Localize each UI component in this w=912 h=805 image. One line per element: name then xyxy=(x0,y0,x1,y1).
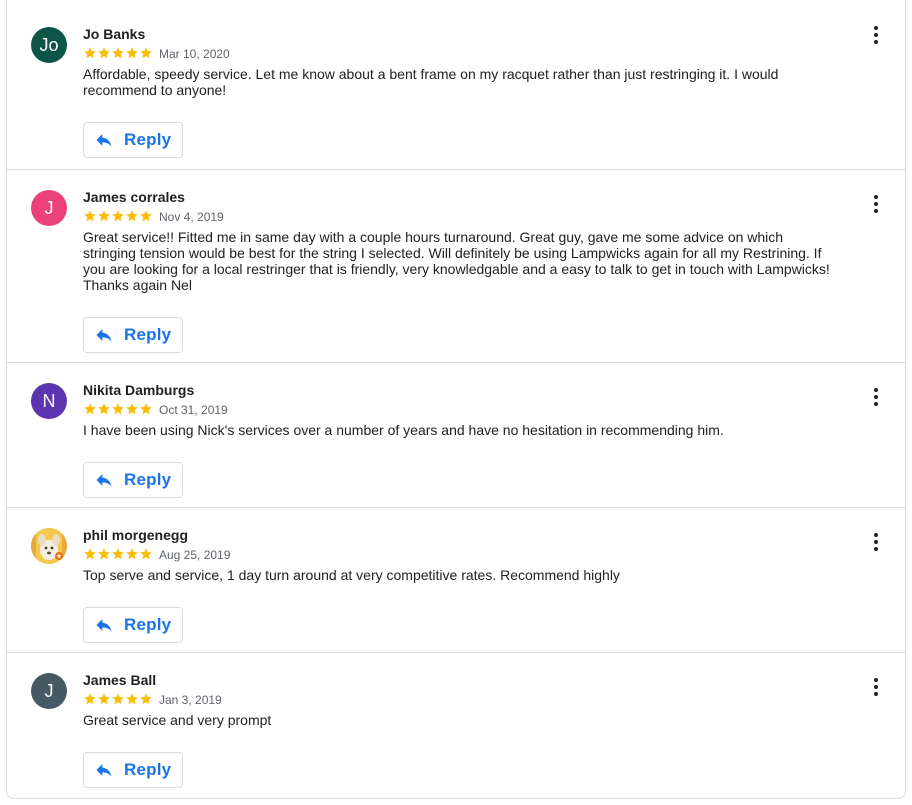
more-vert-icon xyxy=(874,533,878,537)
review-text: Affordable, speedy service. Let me know … xyxy=(83,66,779,98)
star-icon xyxy=(98,548,110,560)
more-options-button[interactable] xyxy=(867,385,885,409)
reply-label: Reply xyxy=(124,325,172,344)
rating-row: Mar 10, 2020 xyxy=(83,43,833,63)
avatar-initials: J xyxy=(44,680,54,701)
avatar[interactable]: Jo xyxy=(31,27,67,63)
star-icon xyxy=(112,548,124,560)
more-options-button[interactable] xyxy=(867,192,885,216)
more-vert-icon xyxy=(874,26,878,30)
review-item: J James corrales Nov 4, 2019 Great servi… xyxy=(7,170,905,363)
reply-button[interactable]: Reply xyxy=(83,607,183,643)
review-text: Great service!! Fitted me in same day wi… xyxy=(83,229,830,293)
star-icon xyxy=(98,403,110,415)
review-item: N Nikita Damburgs Oct 31, 2019 I have be… xyxy=(7,363,905,508)
review-content: James Ball Jan 3, 2019 Great service and… xyxy=(83,671,833,788)
review-item: J James Ball Jan 3, 2019 Great service a… xyxy=(7,653,905,798)
reply-button[interactable]: Reply xyxy=(83,752,183,788)
review-date: Jan 3, 2019 xyxy=(159,693,222,707)
avatar-initials: Jo xyxy=(39,34,59,55)
star-icon xyxy=(98,47,110,59)
star-icon xyxy=(126,548,138,560)
star-rating xyxy=(83,692,153,706)
star-icon xyxy=(112,47,124,59)
more-options-button[interactable] xyxy=(867,675,885,699)
star-icon xyxy=(140,693,152,705)
star-icon xyxy=(140,548,152,560)
review-date: Aug 25, 2019 xyxy=(159,548,231,562)
reply-icon xyxy=(96,474,112,487)
star-icon xyxy=(84,693,96,705)
more-options-button[interactable] xyxy=(867,23,885,47)
star-icon xyxy=(98,693,110,705)
star-icon xyxy=(84,548,96,560)
review-content: Jo Banks Mar 10, 2020 Affordable, speedy… xyxy=(83,25,833,158)
avatar[interactable]: N xyxy=(31,383,67,419)
review-text: Top serve and service, 1 day turn around… xyxy=(83,567,620,583)
avatar[interactable]: J xyxy=(31,190,67,226)
reply-label: Reply xyxy=(124,760,172,779)
reply-button[interactable]: Reply xyxy=(83,462,183,498)
review-item: phil morgenegg Aug 25, 2019 Top serve an… xyxy=(7,508,905,653)
dog-photo-icon xyxy=(31,528,67,564)
star-icon xyxy=(84,47,96,59)
star-icon xyxy=(112,693,124,705)
rating-row: Aug 25, 2019 xyxy=(83,544,833,564)
review-list: Jo Jo Banks Mar 10, 2020 Affordable, spe… xyxy=(6,0,906,799)
star-icon xyxy=(84,210,96,222)
star-rating xyxy=(83,402,153,416)
star-icon xyxy=(140,47,152,59)
reviewer-name[interactable]: James Ball xyxy=(83,671,833,689)
reply-label: Reply xyxy=(124,130,172,149)
reply-icon xyxy=(96,134,112,147)
review-date: Oct 31, 2019 xyxy=(159,403,228,417)
reply-icon xyxy=(96,764,112,777)
star-icon xyxy=(98,210,110,222)
star-icon xyxy=(126,47,138,59)
review-text: Great service and very prompt xyxy=(83,712,272,728)
rating-row: Nov 4, 2019 xyxy=(83,206,833,226)
more-vert-icon xyxy=(874,678,878,682)
star-rating xyxy=(83,547,153,561)
review-content: Nikita Damburgs Oct 31, 2019 I have been… xyxy=(83,381,833,498)
reply-icon xyxy=(96,329,112,342)
review-text: I have been using Nick's services over a… xyxy=(83,422,724,438)
more-vert-icon xyxy=(874,195,878,199)
reply-label: Reply xyxy=(124,615,172,634)
more-vert-icon xyxy=(874,388,878,392)
star-icon xyxy=(140,210,152,222)
star-icon xyxy=(140,403,152,415)
reply-button[interactable]: Reply xyxy=(83,317,183,353)
reviewer-name[interactable]: phil morgenegg xyxy=(83,526,833,544)
review-item: Jo Jo Banks Mar 10, 2020 Affordable, spe… xyxy=(7,0,905,170)
star-icon xyxy=(126,403,138,415)
avatar[interactable] xyxy=(31,528,67,564)
reviewer-name[interactable]: Nikita Damburgs xyxy=(83,381,833,399)
star-icon xyxy=(112,210,124,222)
star-icon xyxy=(112,403,124,415)
reply-button[interactable]: Reply xyxy=(83,122,183,158)
avatar-initials: N xyxy=(42,390,56,411)
review-content: James corrales Nov 4, 2019 Great service… xyxy=(83,188,833,353)
reviewer-name[interactable]: James corrales xyxy=(83,188,833,206)
star-icon xyxy=(84,403,96,415)
rating-row: Jan 3, 2019 xyxy=(83,689,833,709)
rating-row: Oct 31, 2019 xyxy=(83,399,833,419)
review-date: Nov 4, 2019 xyxy=(159,210,224,224)
star-rating xyxy=(83,209,153,223)
review-date: Mar 10, 2020 xyxy=(159,47,230,61)
avatar[interactable]: J xyxy=(31,673,67,709)
reply-icon xyxy=(96,619,112,632)
star-icon xyxy=(126,210,138,222)
avatar-initials: J xyxy=(44,197,54,218)
star-icon xyxy=(126,693,138,705)
reply-label: Reply xyxy=(124,470,172,489)
reviewer-name[interactable]: Jo Banks xyxy=(83,25,833,43)
star-rating xyxy=(83,46,153,60)
more-options-button[interactable] xyxy=(867,530,885,554)
review-content: phil morgenegg Aug 25, 2019 Top serve an… xyxy=(83,526,833,643)
